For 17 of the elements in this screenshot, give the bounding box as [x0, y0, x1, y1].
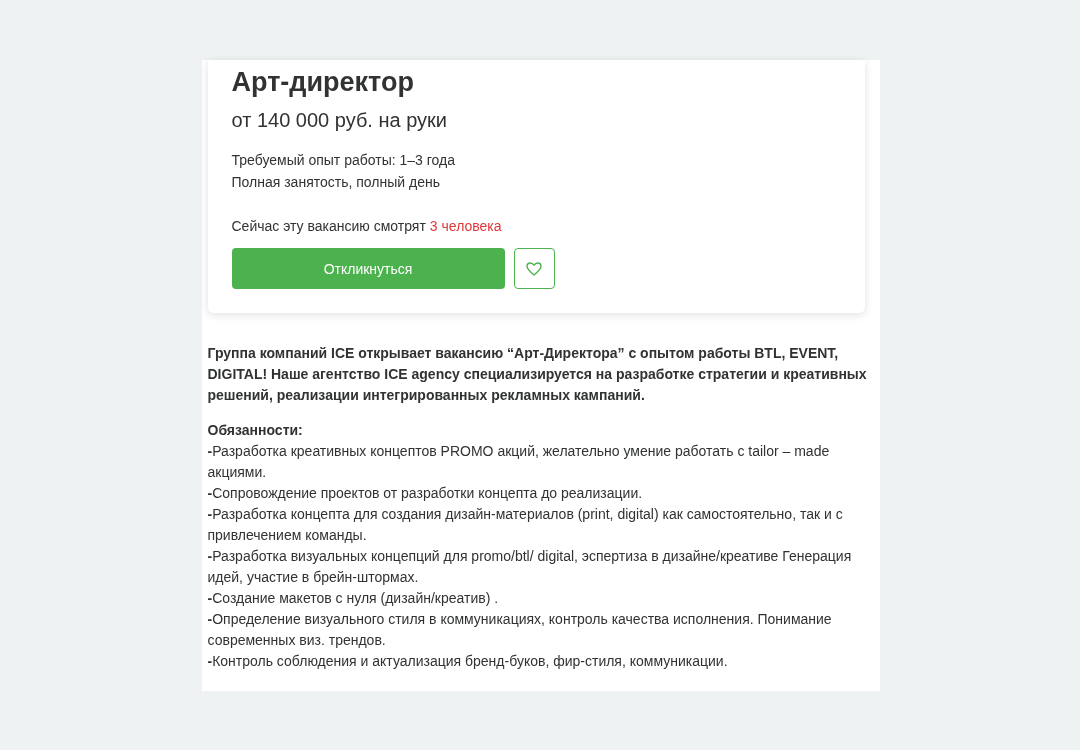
- duty-item: -Разработка креативных концептов PROMO акций, желательно умение работать с tailor – made акциями.: [207, 442, 831, 482]
- vacancy-detail: Полная занятость, полный день: [231, 173, 441, 192]
- viewers-count: 3 человека: [429, 217, 502, 236]
- intro-paragraph: Группа компаний ICE открывает вакансию “Арт-Директора” с опытом работы BTL, EVENT, DIGITAL! Наше агентство ICE agency специализируется на разработке стратегии и креативных решений, реализации интегрированных рекламных кампаний.: [207, 344, 868, 405]
- salary-text: от 140 000 руб. на руки: [231, 108, 448, 132]
- section-heading: Обязанности:: [207, 421, 304, 440]
- duty-item: -Разработка концепта для создания дизайн-материалов (print, digital) как самостоятельно, так и с привлечением команды.: [207, 505, 844, 545]
- favorite-button[interactable]: [513, 248, 555, 289]
- duty-item: -Определение визуального стиля в коммуникациях, контроль качества исполнения. Понимание современных виз. трендов.: [207, 610, 833, 650]
- duty-item: -Сопровождение проектов от разработки концепта до реализации.: [207, 484, 644, 503]
- duty-item: -Контроль соблюдения и актуализация бренд-буков, фир-стиля, коммуникации.: [207, 652, 729, 671]
- vacancy-detail: Требуемый опыт работы: 1–3 года: [231, 151, 456, 170]
- respond-button[interactable]: Откликнуться: [231, 248, 505, 289]
- duty-item: -Создание макетов с нуля (дизайн/креатив) .: [207, 589, 500, 608]
- vacancy-title: Арт-директор: [231, 66, 415, 98]
- viewers-text: Сейчас эту вакансию смотрят: [231, 217, 426, 236]
- duty-item: -Разработка визуальных концепций для promo/btl/ digital, эспертиза в дизайне/креативе Генерация идей, участие в брейн-штормах.: [207, 547, 853, 587]
